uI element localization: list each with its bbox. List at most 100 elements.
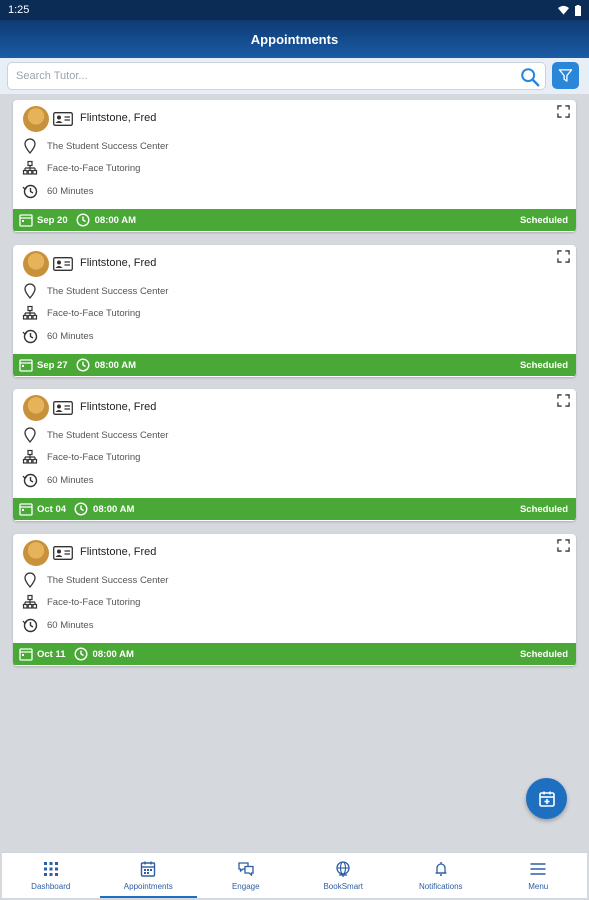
battery-icon [575,4,581,16]
nav-label: Engage [231,882,260,891]
session-type-text: Face-to-Face Tutoring [47,452,141,463]
calendar-icon [139,860,157,882]
id-card-icon [53,257,73,271]
appointment-time: 08:00 AM [94,214,136,226]
nav-item-engage[interactable]: Engage [197,853,295,898]
appointment-card[interactable]: Flintstone, Fred The Student Success Cen… [13,534,576,666]
clock-icon [76,358,90,372]
nav-item-appointments[interactable]: Appointments [99,853,198,898]
appointment-footer: Sep 20 08:00 AM Scheduled [13,209,576,231]
chat-icon [237,860,255,882]
tutor-name: Flintstone, Fred [80,546,157,558]
nav-label: Dashboard [31,882,71,891]
history-icon [22,617,38,633]
calendar-icon [19,359,33,372]
duration-text: 60 Minutes [47,475,94,486]
history-icon [22,328,38,344]
location-pin-icon [22,427,38,444]
calendar-icon [19,648,33,661]
appointment-date: Sep 20 [37,214,68,226]
appointment-card[interactable]: Flintstone, Fred The Student Success Cen… [13,100,576,232]
avatar [23,395,49,421]
expand-icon[interactable] [557,539,570,552]
filter-button[interactable] [552,62,579,89]
appointment-date: Oct 04 [37,503,67,515]
location-pin-icon [22,283,38,300]
history-icon [22,472,38,488]
expand-icon[interactable] [557,394,570,407]
appointment-footer: Sep 27 08:00 AM Scheduled [13,354,576,376]
clock-icon [76,213,90,227]
org-chart-icon [22,449,38,465]
duration-text: 60 Minutes [47,331,94,342]
tutor-name: Flintstone, Fred [80,257,157,269]
tutor-name: Flintstone, Fred [80,401,157,413]
org-chart-icon [22,594,38,610]
nav-label: Notifications [418,882,463,891]
calendar-icon [19,503,33,516]
session-type-text: Face-to-Face Tutoring [47,308,141,319]
status-badge: Scheduled [519,503,568,515]
appointment-card[interactable]: Flintstone, Fred The Student Success Cen… [13,389,576,521]
duration-text: 60 Minutes [47,620,94,631]
avatar [23,251,49,277]
session-type-text: Face-to-Face Tutoring [47,163,141,174]
nav-item-menu[interactable]: Menu [490,853,588,898]
org-chart-icon [22,160,38,176]
menu-icon [529,860,547,882]
id-card-icon [53,112,73,126]
status-time: 1:25 [8,4,30,16]
location-text: The Student Success Center [47,141,169,152]
appointment-time: 08:00 AM [92,648,134,660]
nav-label: Menu [528,882,549,891]
id-card-icon [53,546,73,560]
clock-icon [74,647,88,661]
location-text: The Student Success Center [47,430,169,441]
status-badge: Scheduled [519,359,568,371]
avatar [23,540,49,566]
status-bar: 1:25 [0,0,589,20]
nav-label: BookSmart [323,882,364,891]
location-pin-icon [22,572,38,589]
bottom-nav: Dashboard Appointments Engage BookSmart Noti… [2,852,587,898]
avatar [23,106,49,132]
search-row [0,58,589,94]
org-chart-icon [22,305,38,321]
page-title: Appointments [250,31,339,47]
location-pin-icon [22,138,38,155]
status-badge: Scheduled [519,214,568,226]
add-appointment-button[interactable] [526,778,567,819]
nav-item-booksmart[interactable]: BookSmart [295,853,393,898]
expand-icon[interactable] [557,105,570,118]
status-badge: Scheduled [519,648,568,660]
search-box [7,62,546,90]
clock-icon [74,502,88,516]
tutor-name: Flintstone, Fred [80,112,157,124]
nav-item-notifications[interactable]: Notifications [392,853,490,898]
session-type-text: Face-to-Face Tutoring [47,597,141,608]
calendar-add-icon [538,791,555,807]
globe-icon [334,860,352,882]
location-text: The Student Success Center [47,575,169,586]
expand-icon[interactable] [557,250,570,263]
nav-label: Appointments [123,882,173,891]
duration-text: 60 Minutes [47,186,94,197]
filter-icon [558,69,573,82]
app-bar: Appointments [0,20,589,58]
appointment-card[interactable]: Flintstone, Fred The Student Success Cen… [13,245,576,377]
appointment-footer: Oct 11 08:00 AM Scheduled [13,643,576,665]
appointment-time: 08:00 AM [93,503,135,515]
appointment-date: Oct 11 [37,648,66,660]
grid-icon [42,860,60,882]
nav-item-dashboard[interactable]: Dashboard [2,853,100,898]
bell-icon [432,860,450,882]
id-card-icon [53,401,73,415]
search-icon[interactable] [519,66,541,88]
location-text: The Student Success Center [47,286,169,297]
history-icon [22,183,38,199]
appointment-footer: Oct 04 08:00 AM Scheduled [13,498,576,520]
appointment-date: Sep 27 [37,359,68,371]
appointment-time: 08:00 AM [94,359,136,371]
calendar-icon [19,214,33,227]
search-input[interactable] [8,63,508,89]
